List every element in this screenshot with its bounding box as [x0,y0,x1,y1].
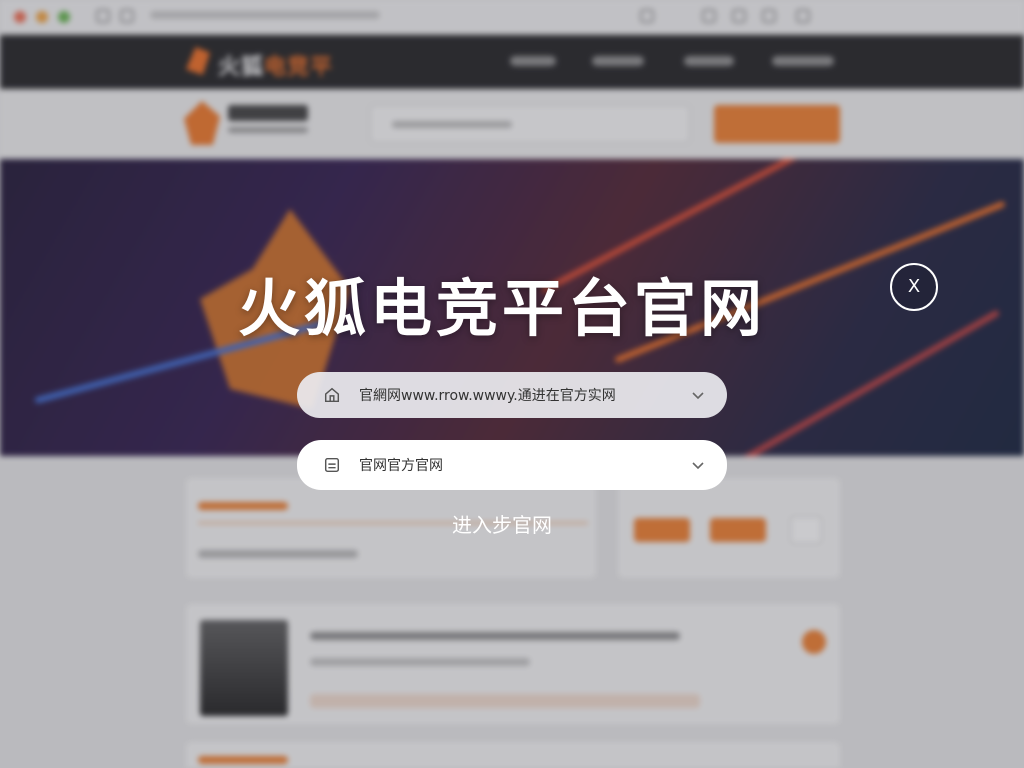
close-button[interactable]: X [890,263,938,311]
enter-official-site-link[interactable]: 进入步官网 [0,509,1004,538]
official-url-text: 官網网www.rrow.wwwy.通进在官方实网 [359,388,616,404]
official-site-text: 官网官方官网 [359,458,443,474]
chevron-down-icon [692,462,704,470]
official-site-select[interactable]: 官网官方官网 [297,440,727,490]
document-icon [324,457,340,473]
hero-title: 火狐电竞平台官网 [237,272,766,345]
official-url-select[interactable]: 官網网www.rrow.wwwy.通进在官方实网 [297,372,727,418]
home-icon [324,387,340,403]
chevron-down-icon [692,392,704,400]
